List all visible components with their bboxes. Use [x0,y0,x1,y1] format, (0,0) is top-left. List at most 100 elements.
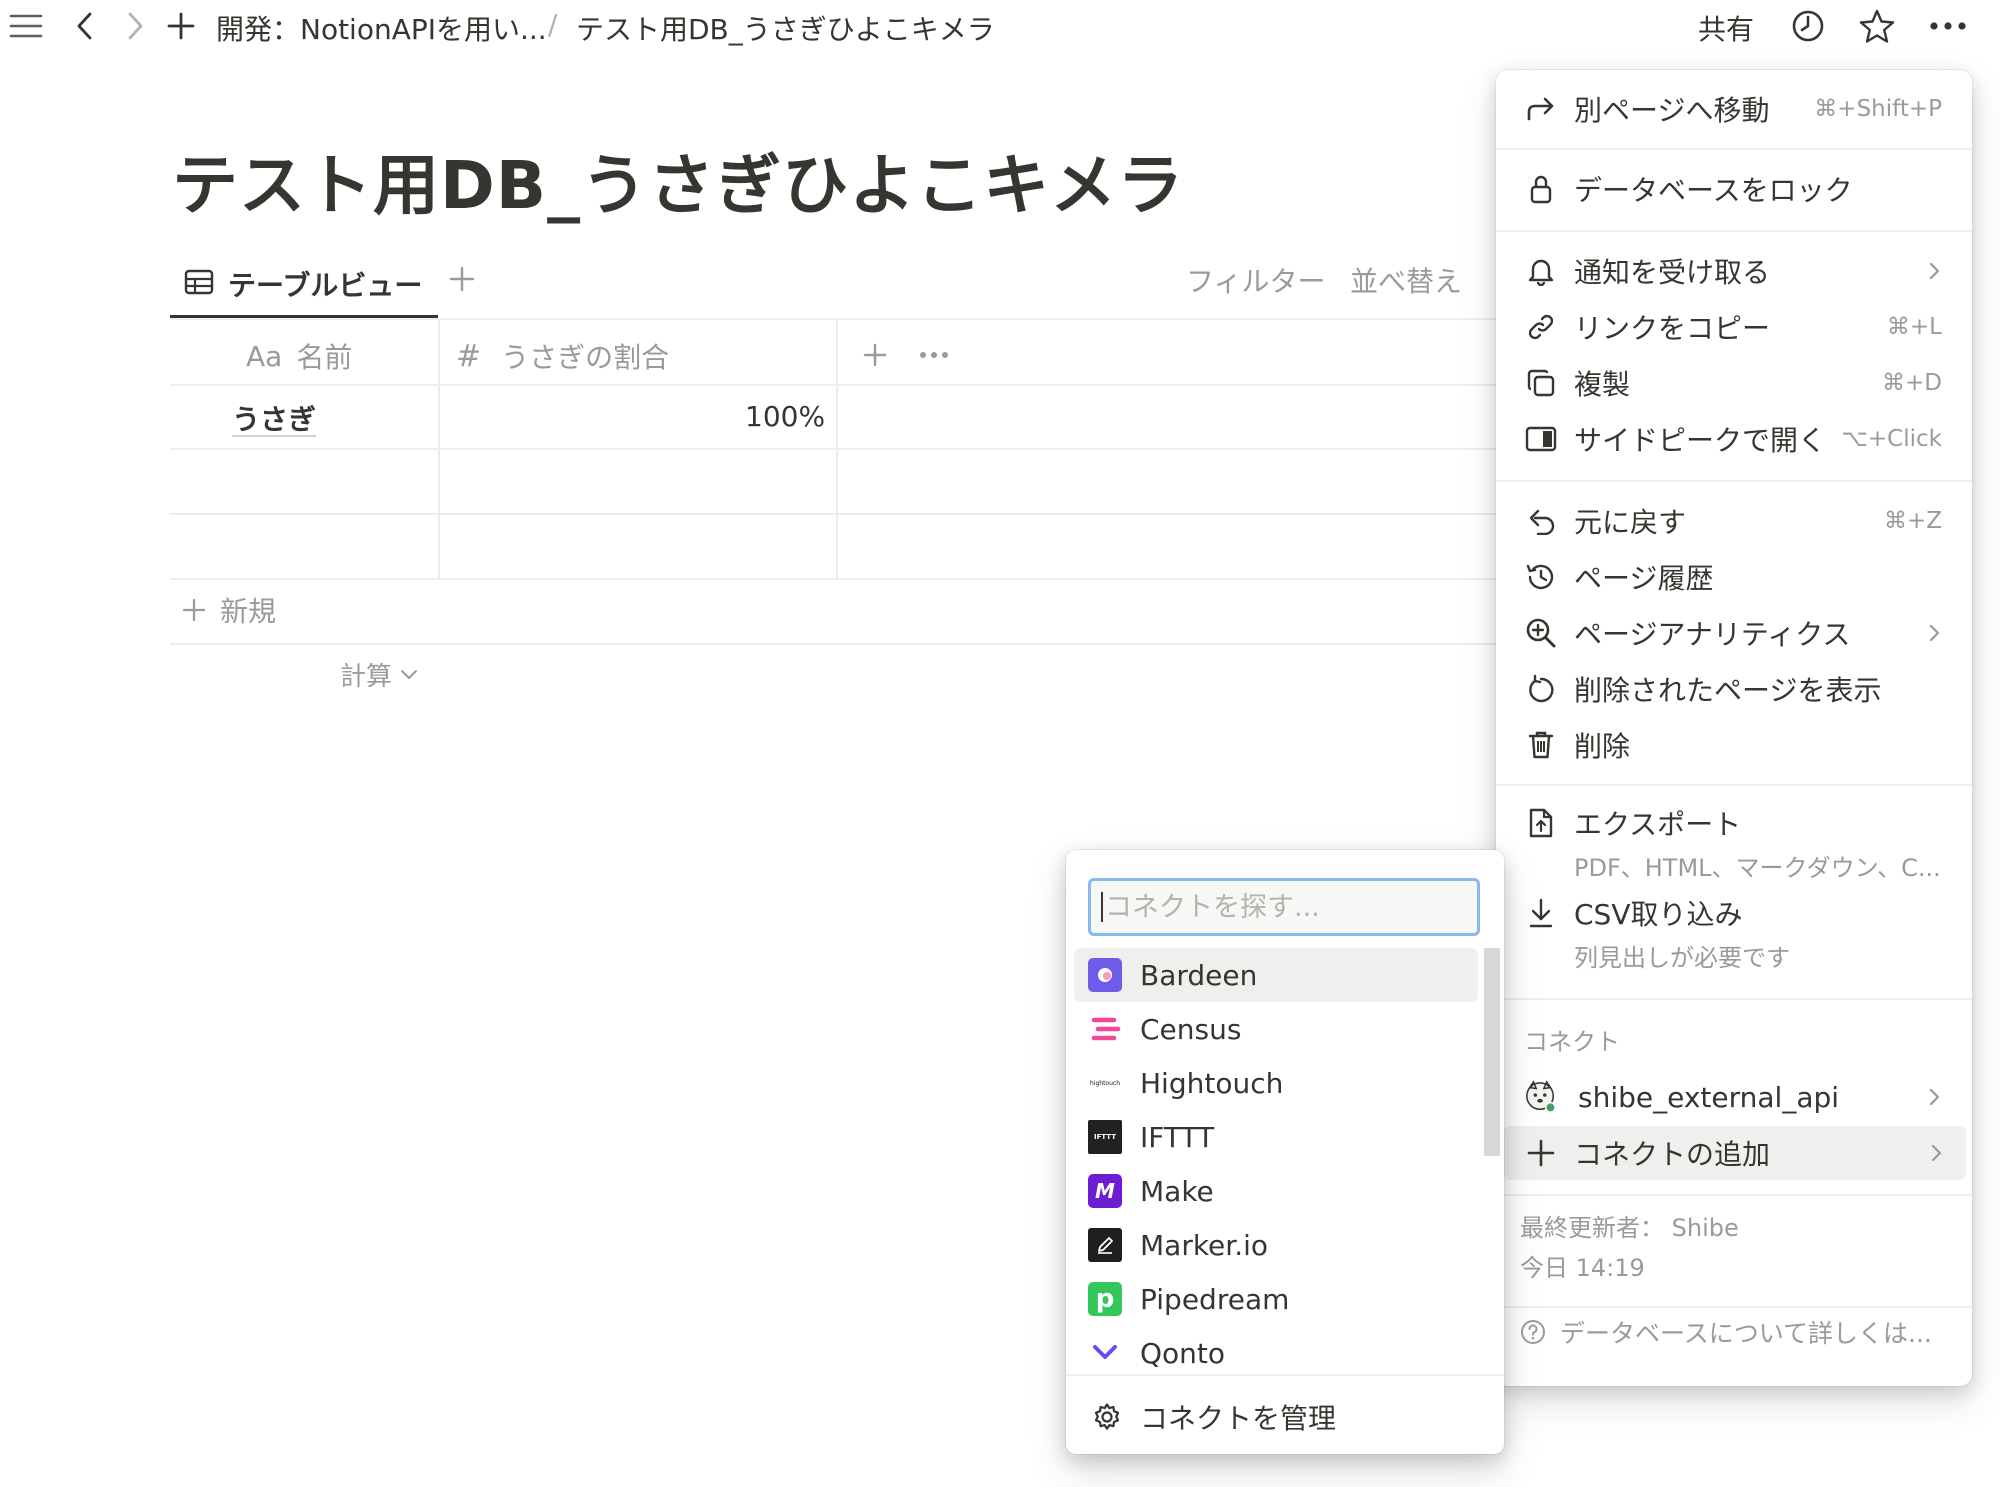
menu-item-show-deleted[interactable]: 削除されたページを表示 [1496,662,1972,716]
menu-item-duplicate-shortcut: ⌘+D [1882,370,1942,396]
menu-divider [1496,148,1972,150]
new-row-button[interactable]: 新規 [182,590,276,630]
lock-icon [1524,172,1558,206]
menu-item-page-analytics-label: ページアナリティクス [1574,618,1851,651]
connection-option-ifttt-label: IFTTT [1140,1120,1215,1154]
sort-button[interactable]: 並べ替え [1350,260,1462,300]
breadcrumb-current[interactable]: テスト用DB_うさぎひよこキメラ [576,8,995,48]
menu-divider [1496,230,1972,232]
history-icon [1524,560,1558,594]
undo-icon [1524,504,1558,538]
text-property-icon: Aa [246,339,283,373]
connection-option-census[interactable]: Census [1074,1002,1478,1056]
side-peek-icon [1524,422,1558,456]
menu-item-copy-link[interactable]: リンクをコピー ⌘+L [1496,300,1972,354]
menu-item-side-peek[interactable]: サイドピークで開く ⌥+Click [1496,412,1972,466]
calculate-label: 計算 [340,662,393,692]
connection-option-qonto-label: Qonto [1140,1336,1226,1369]
menu-item-add-connection[interactable]: コネクトの追加 [1504,1126,1966,1180]
menu-item-delete[interactable]: 削除 [1496,718,1972,772]
make-logo-icon: M [1088,1174,1122,1208]
menu-item-move-to-shortcut: ⌘+Shift+P [1814,96,1942,122]
tab-table-view[interactable]: テーブルビュー [170,252,438,318]
menu-item-page-history[interactable]: ページ履歴 [1496,550,1972,604]
connection-option-bardeen-label: Bardeen [1140,958,1258,992]
qonto-logo-icon [1088,1336,1122,1368]
menu-item-csv-import[interactable]: CSV取り込み [1496,886,1972,940]
menu-item-move-to-label: 別ページへ移動 [1574,94,1770,127]
table-divider [170,643,1500,645]
menu-item-export[interactable]: エクスポート [1496,796,1972,850]
download-arrow-icon [1524,896,1558,930]
link-icon [1524,310,1558,344]
menu-item-duplicate[interactable]: 複製 ⌘+D [1496,356,1972,410]
menu-item-move-to[interactable]: 別ページへ移動 ⌘+Shift+P [1496,82,1972,136]
tab-table-view-label: テーブルビュー [228,268,423,302]
connection-option-make[interactable]: M Make [1074,1164,1478,1218]
menu-item-page-analytics[interactable]: ページアナリティクス [1496,606,1972,660]
chevron-right-icon [1929,624,1940,642]
more-options-icon[interactable] [1928,0,1968,52]
connection-option-bardeen[interactable]: Bardeen [1074,948,1478,1002]
connection-option-ifttt[interactable]: IFTTT IFTTT [1074,1110,1478,1164]
menu-divider [1496,1306,1972,1308]
ifttt-logo-icon: IFTTT [1088,1120,1122,1154]
table-cell-rabbit-ratio[interactable]: 100% [745,400,825,433]
menu-item-undo[interactable]: 元に戻す ⌘+Z [1496,494,1972,548]
connection-option-qonto[interactable]: Qonto [1074,1326,1478,1368]
learn-about-databases-label: データベースについて詳しくは... [1560,1319,1932,1348]
manage-connections-button[interactable]: コネクトを管理 [1092,1390,1336,1444]
menu-item-notifications[interactable]: 通知を受け取る [1496,244,1972,298]
menu-item-add-connection-label: コネクトの追加 [1574,1138,1771,1171]
menu-item-lock-database[interactable]: データベースをロック [1496,162,1972,216]
column-header-name[interactable]: Aa 名前 [246,330,352,382]
chevron-right-icon [1929,1088,1940,1106]
menu-item-show-deleted-label: 削除されたページを表示 [1574,674,1882,707]
add-property-icon[interactable] [858,338,892,372]
trash-icon [1524,728,1558,762]
analytics-zoom-icon [1524,616,1558,650]
hightouch-logo-icon: hightouch [1089,1079,1120,1087]
chevron-down-icon [400,669,418,681]
table-divider [170,448,1500,450]
connection-option-hightouch[interactable]: hightouch Hightouch [1074,1056,1478,1110]
property-more-icon[interactable] [916,346,952,364]
menu-item-undo-shortcut: ⌘+Z [1883,508,1942,534]
connection-search-input[interactable] [1104,891,1477,923]
number-property-icon: # [456,338,482,374]
marker-io-logo-icon [1088,1228,1122,1262]
menu-item-csv-import-description: 列見出しが必要です [1574,944,1790,972]
plus-icon [182,598,206,622]
forward-icon[interactable] [120,0,150,52]
connection-option-hightouch-label: Hightouch [1140,1066,1284,1100]
new-page-plus-icon[interactable] [164,0,198,52]
connection-option-marker-io[interactable]: Marker.io [1074,1218,1478,1272]
census-logo-icon [1088,1012,1122,1046]
connection-search-field[interactable] [1088,878,1480,936]
add-view-icon[interactable] [444,258,480,300]
add-connection-popup: Bardeen Census hightouch Hightouch IFTTT… [1066,850,1504,1454]
learn-about-databases-link[interactable]: データベースについて詳しくは... [1520,1314,1932,1350]
back-icon[interactable] [70,0,100,52]
menu-item-connection-shibe[interactable]: shibe_external_api [1496,1070,1972,1124]
menu-item-delete-label: 削除 [1574,730,1631,763]
breadcrumb-parent[interactable]: 開発：NotionAPIを用い... [216,8,547,48]
table-cell-name[interactable]: うさぎ [232,398,316,438]
filter-button[interactable]: フィルター [1186,260,1325,300]
menu-icon[interactable] [6,0,46,52]
updates-clock-icon[interactable] [1790,0,1826,52]
menu-item-export-label: エクスポート [1574,808,1742,841]
page-title[interactable]: テスト用DB_うさぎひよこキメラ [172,132,1184,228]
menu-item-notifications-label: 通知を受け取る [1574,256,1771,289]
column-header-rabbit-ratio[interactable]: # うさぎの割合 [456,330,669,382]
connection-list-scrollbar[interactable] [1484,948,1500,1368]
scrollbar-thumb[interactable] [1484,948,1500,1156]
table-divider [170,384,1500,386]
connection-option-pipedream[interactable]: p Pipedream [1074,1272,1478,1326]
connection-list: Bardeen Census hightouch Hightouch IFTTT… [1066,948,1486,1368]
share-button[interactable]: 共有 [1698,8,1754,48]
calculate-button[interactable]: 計算 [340,656,418,693]
favorite-star-icon[interactable] [1858,0,1896,52]
restore-icon [1524,672,1558,706]
column-header-name-label: 名前 [296,341,353,374]
